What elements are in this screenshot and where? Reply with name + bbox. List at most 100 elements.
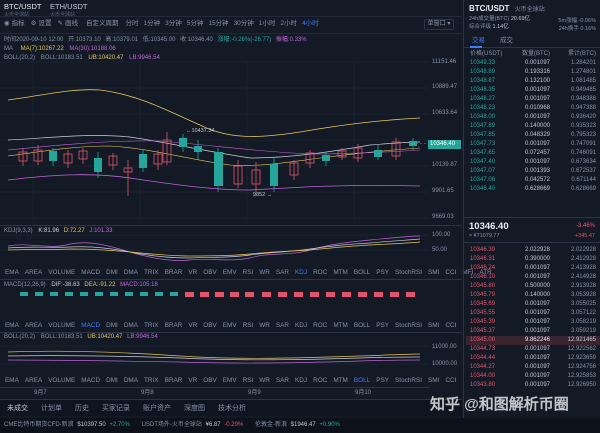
- bid-row-highlight[interactable]: 10345.00 9.862246 12.921465: [466, 336, 600, 345]
- ask-row[interactable]: 10348.00 0.001097 0.936420: [466, 113, 600, 122]
- ask-row[interactable]: 10348.23 0.010968 0.947388: [466, 104, 600, 113]
- indicator-option[interactable]: TRIX: [144, 269, 159, 276]
- indicator-option[interactable]: TRIX: [144, 322, 159, 329]
- period-tab[interactable]: 1小时: [259, 20, 276, 28]
- indicator-option[interactable]: AREA: [25, 377, 42, 384]
- indicator-option[interactable]: RSI: [243, 377, 254, 384]
- indicator-option[interactable]: EMA: [5, 377, 19, 384]
- indicator-option[interactable]: DMI: [106, 269, 118, 276]
- period-tab[interactable]: 5分钟: [187, 20, 204, 28]
- indicator-option-active[interactable]: KDJ: [295, 269, 307, 276]
- indicator-option[interactable]: EMV: [223, 322, 237, 329]
- indicator-option[interactable]: SMI: [428, 269, 439, 276]
- ask-row[interactable]: 10348.87 0.132100 1.081485: [466, 77, 600, 86]
- indicator-option[interactable]: EMV: [223, 377, 237, 384]
- period-tab[interactable]: 30分钟: [234, 20, 254, 28]
- indicator-option[interactable]: DMA: [124, 322, 138, 329]
- bid-row[interactable]: 10344.73 0.001097 12.922562: [466, 345, 600, 354]
- ask-row[interactable]: 10346.40 0.628669 0.628669: [466, 185, 600, 194]
- ask-row[interactable]: 10347.73 0.001097 0.747091: [466, 140, 600, 149]
- indicator-option[interactable]: CCI: [445, 322, 456, 329]
- indicator-option[interactable]: OBV: [203, 269, 217, 276]
- indicator-option[interactable]: KDJ: [295, 377, 307, 384]
- settings-button[interactable]: 设置: [39, 20, 52, 28]
- bid-row[interactable]: 10346.31 0.390000 2.412928: [466, 255, 600, 264]
- tab-buyer-records[interactable]: 买家记录: [102, 403, 130, 413]
- indicator-option[interactable]: DMI: [106, 377, 118, 384]
- indicator-option[interactable]: RSI: [243, 269, 254, 276]
- bid-row[interactable]: 10345.37 0.001097 3.059219: [466, 327, 600, 336]
- indicator-option[interactable]: StochRSI: [395, 377, 422, 384]
- indicator-option[interactable]: BOLL: [354, 322, 370, 329]
- bid-row[interactable]: 10345.39 0.001097 3.058219: [466, 318, 600, 327]
- ask-row[interactable]: 10347.85 0.048329 0.795323: [466, 131, 600, 140]
- indicator-option[interactable]: EMA: [5, 322, 19, 329]
- indicator-option[interactable]: VOLUME: [48, 269, 75, 276]
- indicator-option[interactable]: BRAR: [165, 322, 183, 329]
- indicator-option[interactable]: EMA: [5, 269, 19, 276]
- indicator-option[interactable]: DMA: [124, 377, 138, 384]
- indicator-option[interactable]: MTM: [333, 322, 348, 329]
- tab-history[interactable]: 历史: [75, 403, 89, 413]
- bid-row[interactable]: 10345.80 0.500000 2.913928: [466, 282, 600, 291]
- period-tab[interactable]: 3分钟: [165, 20, 182, 28]
- bid-row[interactable]: 10344.44 0.001097 12.923659: [466, 354, 600, 363]
- indicator-option[interactable]: WR: [259, 322, 270, 329]
- indicator-option[interactable]: DMA: [124, 269, 138, 276]
- ask-row[interactable]: 10347.89 0.140000 0.935323: [466, 122, 600, 131]
- indicator-option[interactable]: CCI: [445, 269, 456, 276]
- indicator-option[interactable]: PSY: [376, 377, 389, 384]
- indicator-option[interactable]: VOLUME: [48, 377, 75, 384]
- period-tab[interactable]: 2小时: [280, 20, 297, 28]
- indicator-option[interactable]: WR: [259, 269, 270, 276]
- ask-row[interactable]: 10348.89 0.193316 1.274801: [466, 68, 600, 77]
- bid-row[interactable]: 10345.69 0.001097 3.055025: [466, 300, 600, 309]
- ask-row[interactable]: 10347.06 0.042572 0.671144: [466, 176, 600, 185]
- bid-row[interactable]: 10344.27 0.001097 12.924756: [466, 363, 600, 372]
- indicator-option[interactable]: VR: [188, 269, 197, 276]
- tab-trades[interactable]: 成交: [500, 37, 513, 45]
- ticker-item-name[interactable]: USDT场外-火币全球站: [142, 422, 202, 428]
- indicator-option[interactable]: SAR: [276, 377, 289, 384]
- indicator-option[interactable]: RSI: [243, 322, 254, 329]
- ask-row[interactable]: 10348.35 0.001097 0.949485: [466, 86, 600, 95]
- indicator-option[interactable]: VR: [188, 377, 197, 384]
- period-tab-active[interactable]: 4小时: [302, 20, 319, 28]
- indicator-option[interactable]: MTM: [333, 377, 348, 384]
- bid-row[interactable]: 10343.80 0.001097 12.926950: [466, 381, 600, 390]
- period-tab[interactable]: 15分钟: [208, 20, 228, 28]
- boll2-label[interactable]: BOLL(20,2): [4, 334, 35, 340]
- custom-period-button[interactable]: 自定义周期: [86, 20, 119, 28]
- indicator-option[interactable]: VR: [188, 322, 197, 329]
- indicator-option[interactable]: SAR: [276, 269, 289, 276]
- bid-row[interactable]: 10345.55 0.001097 3.057122: [466, 309, 600, 318]
- ticker-item-name[interactable]: 伦敦金-新浪: [255, 422, 287, 428]
- bid-row[interactable]: 10346.39 2.022928 2.022928: [466, 246, 600, 255]
- indicator-option[interactable]: StochRSI: [395, 269, 422, 276]
- indicator-option[interactable]: BOLL: [354, 269, 370, 276]
- indicator-option[interactable]: ROC: [313, 322, 327, 329]
- tab-account-assets[interactable]: 账户资产: [143, 403, 171, 413]
- ask-row[interactable]: 10347.65 0.072457 0.746091: [466, 149, 600, 158]
- ma-toggle[interactable]: MA: [4, 46, 13, 52]
- tab-orderbook[interactable]: 交易: [472, 37, 485, 45]
- indicator-option-active[interactable]: MACD: [81, 322, 100, 329]
- period-tab[interactable]: 分时: [125, 20, 138, 28]
- tab-technical-analysis[interactable]: 技术分析: [218, 403, 246, 413]
- indicator-option[interactable]: CCI: [445, 377, 456, 384]
- indicator-option-active[interactable]: BOLL: [354, 377, 370, 384]
- indicator-option[interactable]: MACD: [81, 269, 100, 276]
- indicator-option[interactable]: MACD: [81, 377, 100, 384]
- ask-row[interactable]: 10348.27 0.001097 0.948388: [466, 95, 600, 104]
- indicator-option[interactable]: EMV: [223, 269, 237, 276]
- bid-row[interactable]: 10345.79 0.140000 3.053928: [466, 291, 600, 300]
- indicator-option[interactable]: PSY: [376, 322, 389, 329]
- ticker-item-name[interactable]: CME比特币期货CFD-新浪: [4, 422, 74, 428]
- indicator-button[interactable]: 指标: [12, 20, 25, 28]
- indicator-option[interactable]: BRAR: [165, 377, 183, 384]
- indicator-option[interactable]: OBV: [203, 377, 217, 384]
- ask-row[interactable]: 10349.33 0.001097 1.284201: [466, 59, 600, 68]
- indicator-option[interactable]: StochRSI: [395, 322, 422, 329]
- indicator-option[interactable]: PSY: [376, 269, 389, 276]
- tab-plan-orders[interactable]: 计划单: [41, 403, 62, 413]
